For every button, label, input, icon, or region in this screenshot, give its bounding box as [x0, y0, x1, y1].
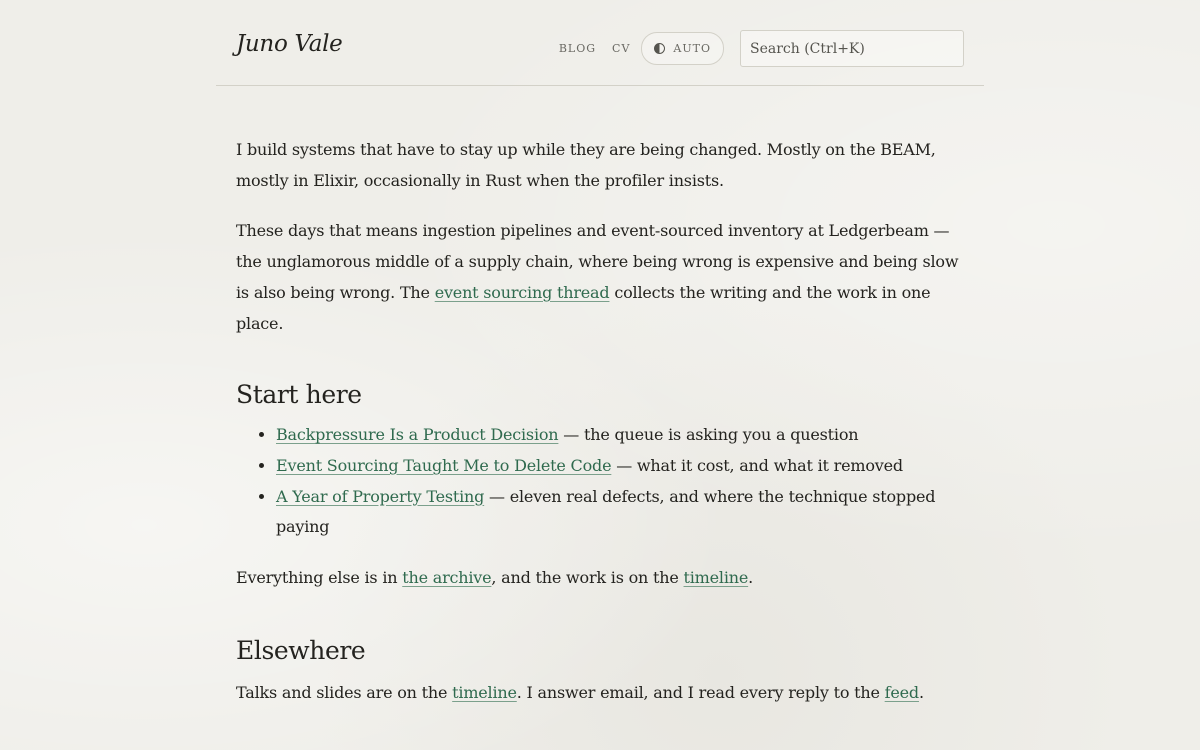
start-here-heading: Start here	[236, 380, 362, 410]
elsewhere-text: . I answer email, and I read every reply…	[516, 682, 885, 702]
half-circle-icon	[654, 43, 666, 54]
elsewhere-heading: Elsewhere	[236, 635, 366, 665]
post-description: — the queue is asking you a question	[558, 425, 859, 445]
site-title-link[interactable]: Juno Vale	[236, 31, 343, 57]
elsewhere-timeline-link[interactable]: timeline	[452, 683, 517, 702]
post-description: — what it cost, and what it removed	[611, 455, 903, 475]
post-link-event-sourcing[interactable]: Event Sourcing Taught Me to Delete Code	[276, 456, 612, 475]
main-content: I build systems that have to stay up whi…	[216, 135, 984, 708]
list-item: Event Sourcing Taught Me to Delete Code …	[276, 451, 964, 482]
intro-paragraph-2: These days that means ingestion pipeline…	[236, 216, 964, 339]
site-header: Juno Vale BLOG CV AUTO	[216, 0, 984, 86]
top-nav: BLOG CV AUTO	[559, 30, 964, 67]
list-item: Backpressure Is a Product Decision — the…	[276, 420, 964, 451]
post-link-property-testing[interactable]: A Year of Property Testing	[276, 487, 484, 506]
search-input[interactable]	[740, 30, 964, 67]
elsewhere-text: Talks and slides are on the	[236, 682, 453, 702]
list-item: A Year of Property Testing — eleven real…	[276, 482, 964, 543]
elsewhere-paragraph: Talks and slides are on the timeline. I …	[236, 678, 964, 709]
nav-cv-link[interactable]: CV	[612, 42, 630, 55]
archive-paragraph: Everything else is in the archive, and t…	[236, 563, 964, 594]
event-sourcing-thread-link[interactable]: event sourcing thread	[435, 283, 610, 302]
theme-toggle-label: AUTO	[673, 42, 711, 55]
archive-link[interactable]: the archive	[402, 568, 491, 587]
timeline-link[interactable]: timeline	[684, 568, 749, 587]
page-container: Juno Vale BLOG CV AUTO I build systems t…	[216, 0, 984, 708]
theme-toggle-button[interactable]: AUTO	[641, 32, 724, 65]
elsewhere-text: .	[918, 682, 924, 702]
archive-text: , and the work is on the	[491, 568, 684, 588]
start-here-list: Backpressure Is a Product Decision — the…	[236, 420, 964, 543]
archive-text: Everything else is in	[236, 568, 403, 588]
feed-link[interactable]: feed	[885, 683, 920, 702]
post-link-backpressure[interactable]: Backpressure Is a Product Decision	[276, 425, 559, 444]
nav-blog-link[interactable]: BLOG	[559, 42, 596, 55]
intro-paragraph-1: I build systems that have to stay up whi…	[236, 140, 936, 190]
archive-text: .	[748, 568, 754, 588]
